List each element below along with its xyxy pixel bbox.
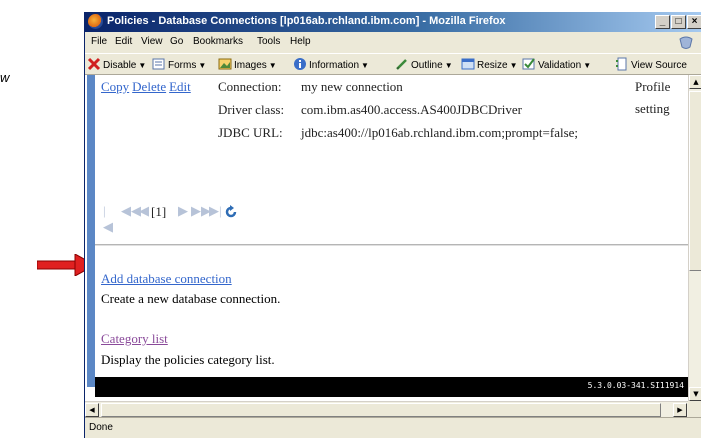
menu-file[interactable]: File bbox=[91, 36, 107, 47]
previous-page-icon[interactable]: ◀ bbox=[139, 203, 149, 219]
jdbc-url-label: JDBC URL: bbox=[218, 125, 283, 140]
toolbar-disable[interactable]: Disable ▼ bbox=[87, 57, 146, 73]
window-title: Policies - Database Connections [lp016ab… bbox=[107, 15, 506, 27]
vertical-scroll-thumb[interactable] bbox=[689, 91, 701, 271]
delete-link[interactable]: Delete bbox=[132, 79, 166, 94]
toolbar-validation[interactable]: Validation ▼ bbox=[522, 57, 591, 73]
next-page-icon[interactable]: ▶ bbox=[178, 203, 188, 219]
status-bar: Done bbox=[85, 417, 701, 438]
maximize-button[interactable]: □ bbox=[671, 15, 686, 29]
browser-window: Policies - Database Connections [lp016ab… bbox=[84, 12, 701, 438]
page-footer: 5.3.0.03-341.SI11914 bbox=[95, 377, 688, 397]
menu-help[interactable]: Help bbox=[290, 36, 311, 47]
close-button[interactable]: × bbox=[687, 15, 701, 29]
edit-link[interactable]: Edit bbox=[169, 79, 191, 94]
toolbar-forms[interactable]: Forms ▼ bbox=[152, 57, 206, 73]
toolbar-resize[interactable]: Resize ▼ bbox=[461, 57, 518, 73]
scroll-up-icon[interactable]: ▲ bbox=[689, 75, 701, 89]
connection-actions: Copy Delete Edit bbox=[101, 79, 194, 95]
profile-setting: Profile setting bbox=[635, 79, 671, 116]
throbber-icon bbox=[679, 36, 693, 49]
first-page-icon[interactable]: |◀ bbox=[103, 203, 113, 235]
driver-class-label: Driver class: bbox=[218, 102, 285, 117]
accent-bar bbox=[87, 75, 95, 387]
connection-value: my new connection bbox=[301, 79, 403, 94]
toolbar-outline[interactable]: Outline ▼ bbox=[395, 57, 453, 73]
scroll-right-icon[interactable]: ▶ bbox=[673, 403, 687, 417]
horizontal-scrollbar[interactable]: ◀ ▶ bbox=[85, 401, 688, 417]
menu-tools[interactable]: Tools bbox=[257, 36, 280, 47]
category-list-link[interactable]: Category list bbox=[101, 331, 168, 347]
category-list-description: Display the policies category list. bbox=[101, 352, 275, 367]
current-page: [1] bbox=[151, 204, 167, 219]
driver-class-value: com.ibm.as400.access.AS400JDBCDriver bbox=[301, 102, 522, 117]
view-source-icon bbox=[616, 57, 627, 71]
toolbar-information[interactable]: Information ▼ bbox=[293, 57, 369, 73]
forms-icon bbox=[152, 58, 165, 70]
page-content: Copy Delete Edit Connection: my new connec… bbox=[85, 75, 688, 401]
toolbar-view-source[interactable]: View Source bbox=[615, 57, 687, 73]
menu-bar: File Edit View Go Bookmarks Tools Help bbox=[85, 32, 701, 53]
menu-edit[interactable]: Edit bbox=[115, 36, 132, 47]
next-set-icon[interactable]: ▶▶ bbox=[191, 203, 211, 219]
copy-link[interactable]: Copy bbox=[101, 79, 129, 94]
version-string: 5.3.0.03-341.SI11914 bbox=[587, 381, 684, 390]
firefox-icon bbox=[88, 14, 103, 29]
scroll-down-icon[interactable]: ▼ bbox=[689, 387, 701, 401]
add-database-connection-link[interactable]: Add database connection bbox=[101, 271, 232, 287]
horizontal-scroll-thumb[interactable] bbox=[101, 403, 661, 417]
stray-text: w bbox=[0, 70, 10, 85]
previous-set-icon[interactable]: ◀◀ bbox=[121, 203, 141, 219]
vertical-scrollbar[interactable]: ▲ ▼ bbox=[688, 75, 701, 401]
information-icon bbox=[294, 58, 306, 70]
toolbar-images[interactable]: Images ▼ bbox=[218, 57, 277, 73]
status-text: Done bbox=[89, 422, 113, 433]
connection-label: Connection: bbox=[218, 79, 282, 94]
add-database-connection-description: Create a new database connection. bbox=[101, 291, 281, 306]
resize-icon bbox=[461, 58, 475, 70]
menu-bookmarks[interactable]: Bookmarks bbox=[193, 36, 243, 47]
minimize-button[interactable]: _ bbox=[655, 15, 670, 29]
web-developer-toolbar: Disable ▼ Forms ▼ Images ▼ Information ▼ Out… bbox=[85, 53, 701, 75]
scrollbar-corner bbox=[688, 401, 701, 417]
outline-pencil-icon bbox=[396, 59, 407, 70]
scroll-left-icon[interactable]: ◀ bbox=[85, 403, 99, 417]
menu-go[interactable]: Go bbox=[170, 36, 183, 47]
validation-icon bbox=[522, 58, 535, 70]
images-icon bbox=[218, 58, 232, 70]
last-page-icon[interactable]: ▶| bbox=[209, 203, 222, 219]
jdbc-url-value: jdbc:as400://lp016ab.rchland.ibm.com;pro… bbox=[301, 125, 579, 140]
menu-view[interactable]: View bbox=[141, 36, 163, 47]
refresh-icon[interactable] bbox=[224, 205, 238, 219]
disable-icon bbox=[87, 57, 101, 71]
divider bbox=[95, 244, 688, 246]
title-bar[interactable]: Policies - Database Connections [lp016ab… bbox=[85, 12, 701, 32]
